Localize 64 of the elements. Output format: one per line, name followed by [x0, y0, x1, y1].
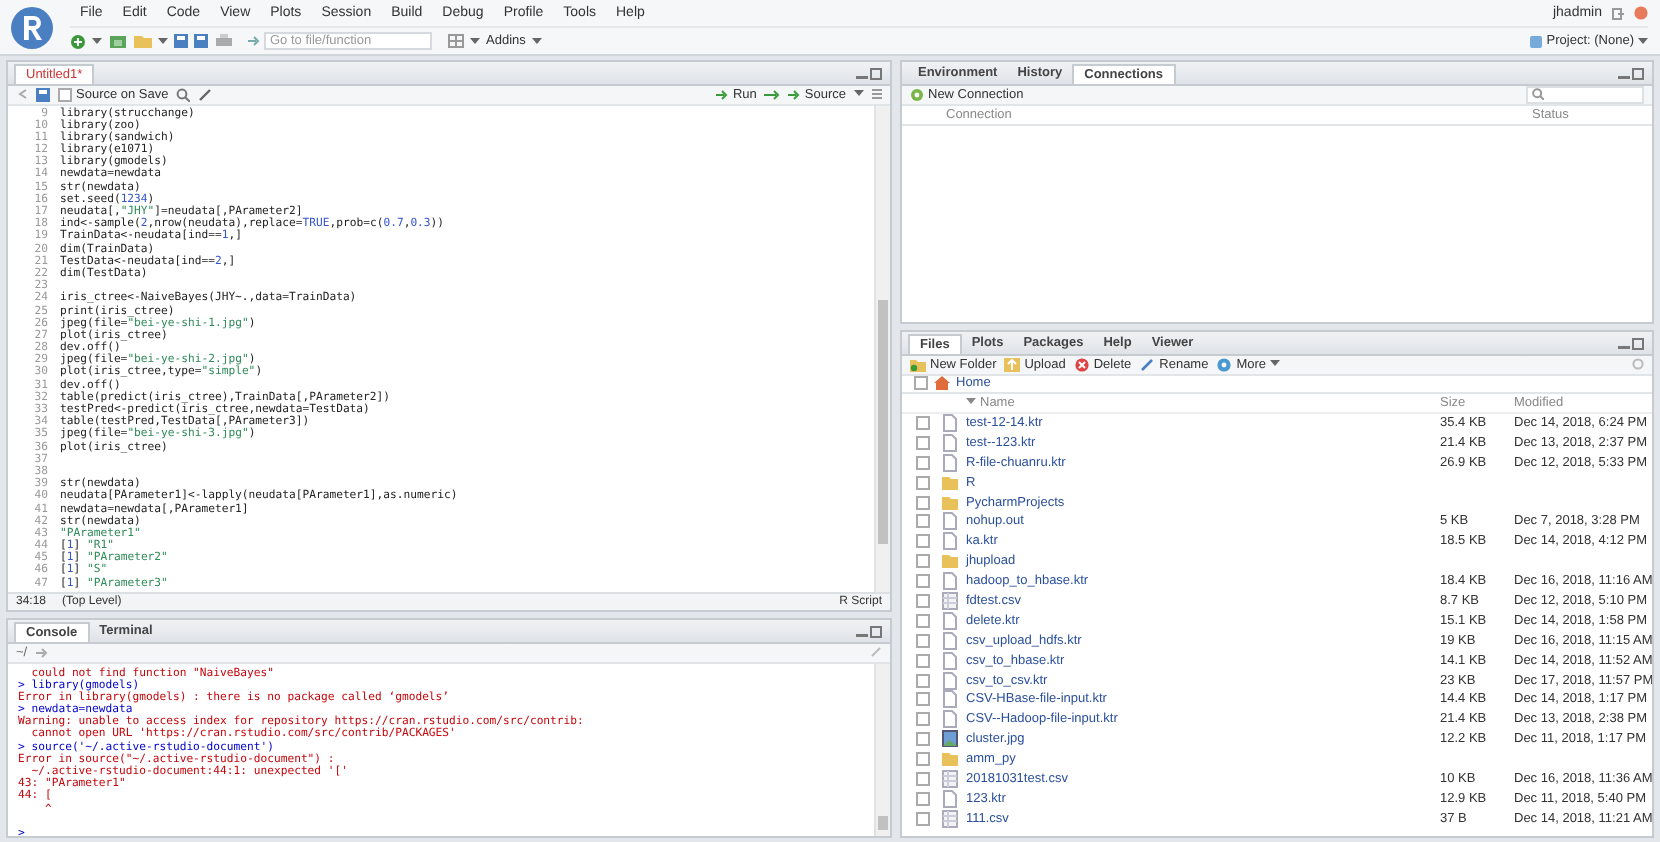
row-checkbox[interactable] — [916, 574, 930, 589]
go-icon[interactable] — [35, 647, 48, 658]
row-checkbox[interactable] — [916, 435, 930, 450]
row-checkbox[interactable] — [916, 811, 930, 826]
add-icon[interactable] — [70, 33, 86, 49]
folder-icon — [910, 357, 926, 372]
search-icon — [1532, 88, 1544, 101]
arrow-icon — [248, 36, 260, 46]
row-checkbox[interactable] — [916, 771, 930, 786]
caret-icon[interactable] — [854, 90, 864, 99]
arrow-icon — [788, 89, 801, 100]
row-checkbox[interactable] — [916, 732, 930, 747]
r-logo-icon — [10, 5, 54, 49]
maximize-icon[interactable] — [1632, 67, 1644, 79]
scrollbar[interactable] — [874, 105, 890, 592]
row-checkbox[interactable] — [916, 554, 930, 569]
menu-icon[interactable] — [872, 88, 882, 101]
row-checkbox[interactable] — [916, 475, 930, 490]
save-icon[interactable] — [36, 87, 50, 102]
spreadsheet-icon — [942, 809, 958, 828]
row-checkbox[interactable] — [916, 791, 930, 806]
maximize-icon[interactable] — [870, 67, 882, 79]
print-icon[interactable] — [216, 34, 232, 48]
file-icon — [942, 789, 958, 808]
save-icon[interactable] — [174, 34, 188, 48]
save-all-icon[interactable] — [194, 34, 210, 48]
caret-icon — [1270, 360, 1281, 369]
maximize-icon[interactable] — [1632, 337, 1644, 349]
row-checkbox[interactable] — [916, 752, 930, 767]
caret-icon[interactable] — [158, 37, 168, 45]
caret-icon[interactable] — [1638, 37, 1648, 45]
caret-icon[interactable] — [92, 37, 102, 45]
row-checkbox[interactable] — [916, 613, 930, 628]
row-checkbox[interactable] — [916, 692, 930, 707]
row-checkbox[interactable] — [916, 415, 930, 430]
new-project-icon[interactable] — [108, 33, 128, 49]
spreadsheet-icon — [942, 591, 958, 610]
folder-icon — [942, 750, 958, 769]
row-checkbox[interactable] — [916, 534, 930, 549]
folder-icon — [942, 552, 958, 571]
row-checkbox[interactable] — [916, 673, 930, 688]
sign-out-icon[interactable] — [1612, 7, 1624, 19]
row-checkbox[interactable] — [916, 653, 930, 668]
file-icon — [942, 572, 958, 591]
row-checkbox[interactable] — [916, 495, 930, 509]
row-checkbox[interactable] — [916, 593, 930, 608]
sort-icon[interactable] — [966, 398, 976, 406]
scrollbar[interactable] — [874, 663, 890, 836]
caret-icon[interactable] — [470, 37, 480, 45]
image-icon — [942, 730, 958, 749]
arrow-icon — [716, 89, 729, 100]
row-checkbox[interactable] — [916, 514, 930, 529]
home-icon[interactable] — [934, 376, 950, 390]
grid-icon[interactable] — [448, 34, 464, 48]
pencil-icon — [1139, 357, 1156, 372]
maximize-icon[interactable] — [870, 625, 882, 637]
caret-icon[interactable] — [531, 37, 542, 45]
row-checkbox[interactable] — [916, 633, 930, 648]
back-icon[interactable] — [16, 88, 28, 101]
spreadsheet-icon — [942, 769, 958, 788]
search-icon[interactable] — [176, 87, 191, 102]
row-checkbox[interactable] — [916, 455, 930, 470]
row-checkbox[interactable] — [916, 712, 930, 727]
folder-icon[interactable] — [134, 34, 152, 48]
